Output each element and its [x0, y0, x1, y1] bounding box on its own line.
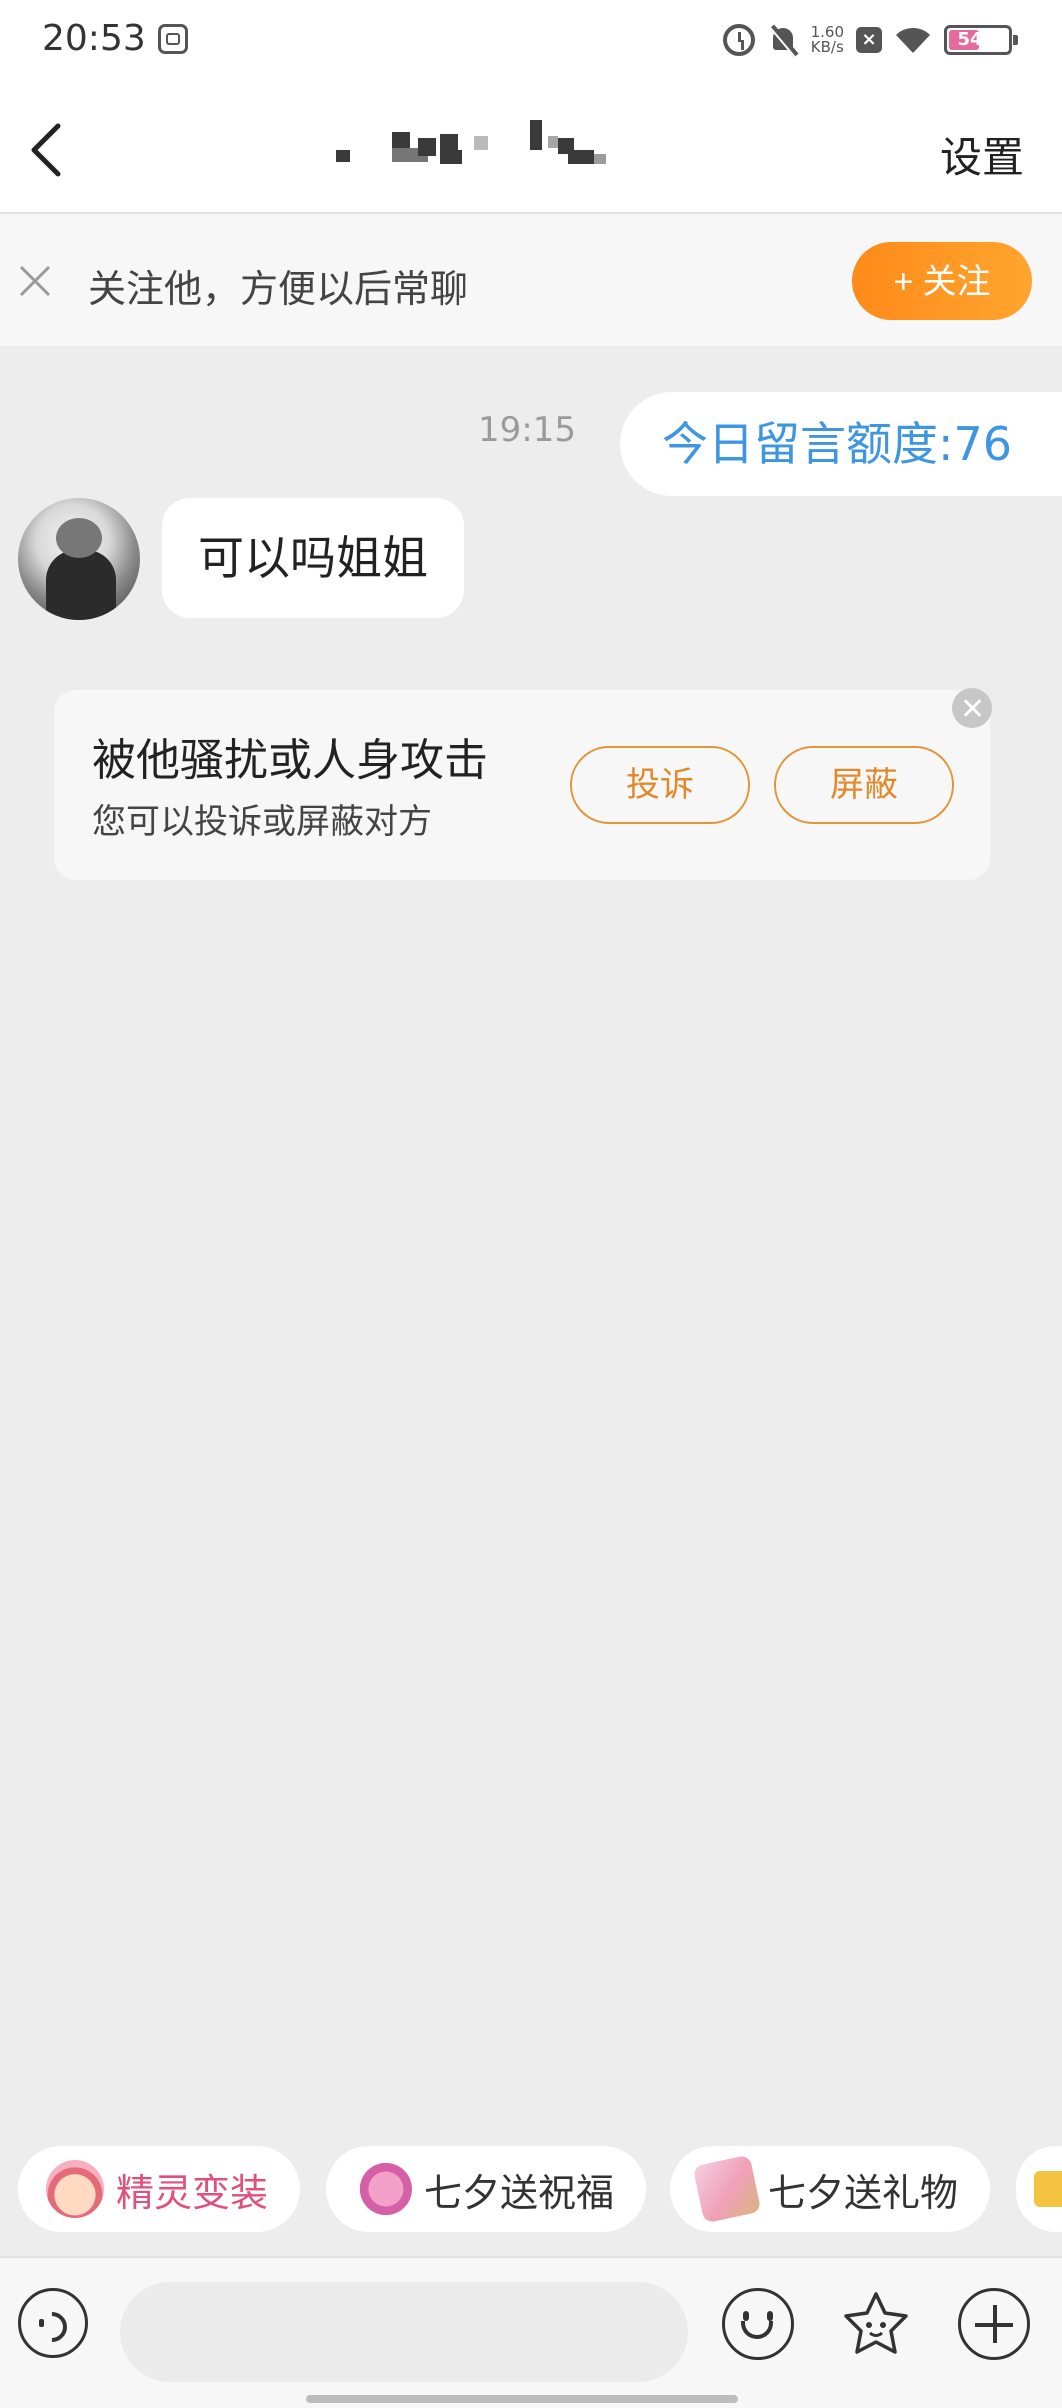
follow-prompt: 关注他，方便以后常聊	[88, 267, 469, 311]
net-speed: 1.60 KB/s	[811, 25, 844, 55]
message-input-bar	[0, 2256, 1062, 2408]
settings-button[interactable]: 设置	[940, 124, 1024, 185]
chat-header: 设置	[0, 80, 1062, 214]
outgoing-message-bubble[interactable]: 今日留言额度:76	[620, 392, 1062, 496]
gift-card-icon	[692, 2154, 762, 2224]
message-timestamp: 19:15	[478, 410, 576, 450]
elf-avatar-icon	[46, 2160, 104, 2218]
alarm-icon	[722, 24, 755, 56]
close-card-icon[interactable]	[952, 688, 992, 728]
follow-banner: 关注他，方便以后常聊 + 关注	[0, 214, 1062, 346]
sticker-icon[interactable]	[840, 2288, 912, 2360]
chip-qixi-blessing[interactable]: 七夕送祝福	[326, 2146, 646, 2232]
report-subtitle: 您可以投诉或屏蔽对方	[92, 802, 432, 842]
incoming-message-bubble[interactable]: 可以吗姐姐	[162, 498, 464, 618]
chip-more[interactable]	[1016, 2146, 1062, 2232]
status-icons: 1.60 KB/s × 54	[722, 20, 1018, 60]
contact-name-pixelated	[336, 120, 676, 180]
status-bar: 20:53 1.60 KB/s × 54	[0, 0, 1062, 80]
back-arrow-icon[interactable]	[24, 120, 74, 180]
chip-label: 七夕送祝福	[424, 2170, 615, 2215]
sim-off-icon: ×	[856, 27, 882, 53]
notification-app-icon	[158, 24, 188, 54]
battery-level: 54	[957, 29, 983, 50]
trophy-icon	[1034, 2171, 1062, 2207]
complain-button[interactable]: 投诉	[570, 746, 750, 824]
plus-icon[interactable]	[958, 2288, 1030, 2360]
close-icon[interactable]	[18, 264, 52, 298]
wifi-icon	[894, 26, 932, 54]
chip-label: 七夕送礼物	[768, 2170, 959, 2215]
chip-elf-dressup[interactable]: 精灵变装	[18, 2146, 300, 2232]
avatar[interactable]	[18, 498, 140, 620]
block-button[interactable]: 屏蔽	[774, 746, 954, 824]
home-indicator	[306, 2395, 738, 2403]
message-input[interactable]	[120, 2282, 688, 2382]
emoji-icon[interactable]	[722, 2288, 794, 2360]
chip-qixi-gift[interactable]: 七夕送礼物	[670, 2146, 990, 2232]
quick-action-chips: 精灵变装 七夕送祝福 七夕送礼物	[0, 2146, 1062, 2236]
voice-icon[interactable]	[18, 2288, 88, 2358]
report-title: 被他骚扰或人身攻击	[92, 735, 488, 786]
mute-icon	[767, 24, 799, 56]
net-speed-unit: KB/s	[810, 38, 844, 56]
magpie-icon	[354, 2160, 412, 2218]
status-time: 20:53	[42, 18, 146, 59]
chip-label: 精灵变装	[116, 2170, 269, 2215]
follow-button[interactable]: + 关注	[852, 242, 1032, 320]
harassment-report-card: 被他骚扰或人身攻击 您可以投诉或屏蔽对方 投诉 屏蔽	[54, 688, 992, 880]
battery-icon: 54	[944, 25, 1018, 55]
